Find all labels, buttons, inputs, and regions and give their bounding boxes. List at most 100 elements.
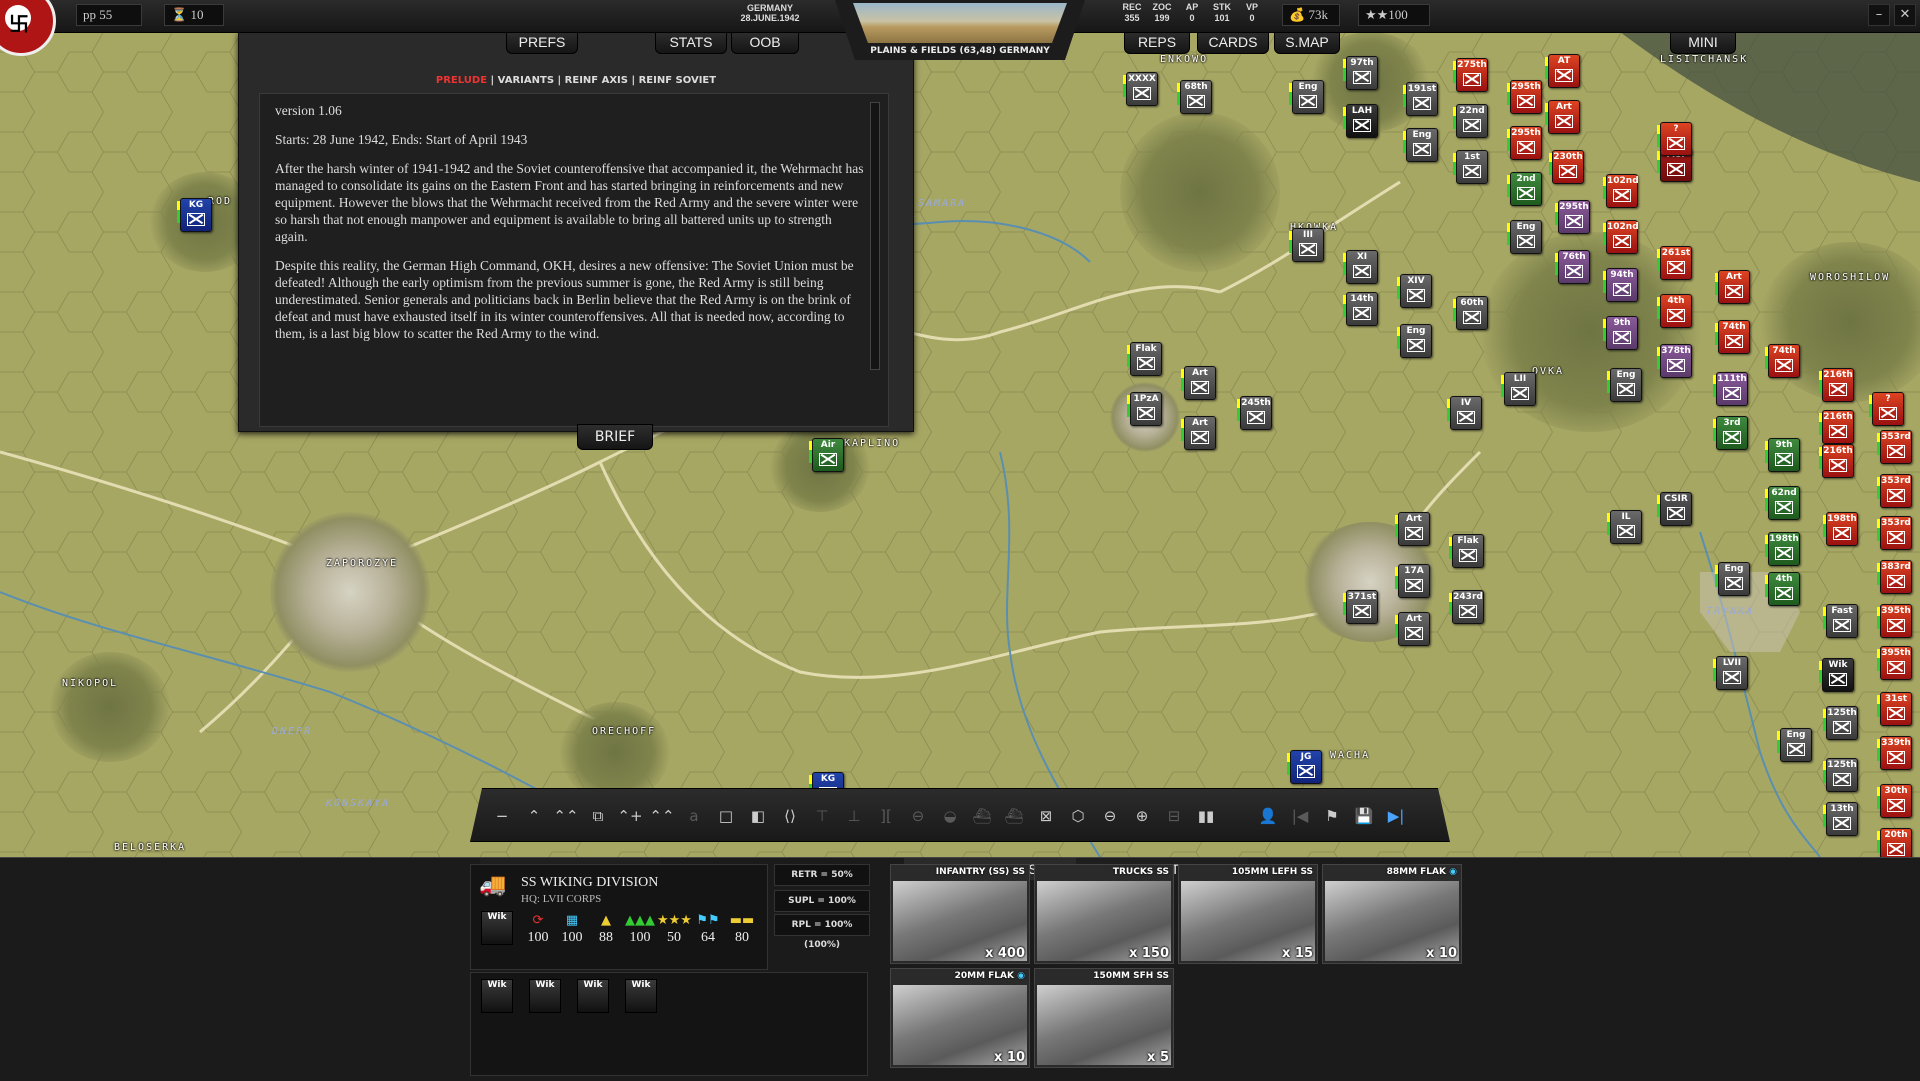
unit-counter[interactable]: 198th [1765, 532, 1800, 566]
unit-counter[interactable]: IV [1447, 396, 1482, 430]
unit-counter[interactable]: 97th [1343, 56, 1378, 90]
unit-counter[interactable]: 245th [1237, 396, 1272, 430]
toolbar-icon[interactable]: ⊠ [1033, 803, 1059, 829]
subunit-counter[interactable]: Wik [577, 979, 609, 1013]
unit-counter[interactable]: 94th [1603, 268, 1638, 302]
unit-counter[interactable]: ? [1869, 392, 1904, 426]
unit-counter[interactable]: 353rd [1877, 474, 1912, 508]
unit-counter[interactable]: Eng [1607, 368, 1642, 402]
unit-counter[interactable]: 2nd [1507, 172, 1542, 206]
toolbar-icon[interactable]: ◒ [937, 803, 963, 829]
unit-counter[interactable]: Eng [1507, 220, 1542, 254]
tab-mini[interactable]: MINI [1670, 30, 1736, 54]
toolbar-icon[interactable]: ▮▮ [1193, 803, 1219, 829]
unit-counter[interactable]: 62nd [1765, 486, 1800, 520]
unit-counter[interactable]: LVII [1713, 656, 1748, 690]
toolbar-icon[interactable]: ][ [873, 803, 899, 829]
unit-counter[interactable]: Eng [1715, 562, 1750, 596]
briefing-text-area[interactable]: version 1.06 Starts: 28 June 1942, Ends:… [259, 93, 889, 427]
troop-card[interactable]: INFANTRY (SS) SS x 400 [890, 864, 1030, 964]
unit-counter[interactable]: Art [1395, 612, 1430, 646]
unit-counter[interactable]: 395th [1877, 604, 1912, 638]
unit-counter[interactable]: Flak [1127, 342, 1162, 376]
unit-counter[interactable]: JG [1287, 750, 1322, 784]
unit-counter[interactable]: Wik [1819, 658, 1854, 692]
unit-counter[interactable]: 125th [1823, 706, 1858, 740]
unit-counter[interactable]: Art [1181, 416, 1216, 450]
unit-counter[interactable]: Eng [1403, 128, 1438, 162]
unit-counter[interactable]: 30th [1877, 784, 1912, 818]
toolbar-icon[interactable]: ⌃+ [617, 803, 643, 829]
toolbar-icon[interactable]: ▶| [1383, 803, 1409, 829]
unit-counter[interactable]: XXXX [1123, 72, 1158, 106]
unit-counter[interactable]: 3rd [1713, 416, 1748, 450]
unit-counter[interactable]: CSIR [1657, 492, 1692, 526]
unit-counter[interactable]: 295th [1507, 80, 1542, 114]
unit-counter[interactable]: 111th [1713, 372, 1748, 406]
tab-smap[interactable]: S.MAP [1274, 30, 1340, 54]
unit-counter[interactable]: XI [1343, 250, 1378, 284]
troop-card[interactable]: 20MM FLAK ◉ x 10 [890, 968, 1030, 1068]
unit-counter[interactable]: 74th [1715, 320, 1750, 354]
unit-counter[interactable]: 74th [1765, 344, 1800, 378]
unit-counter[interactable]: IL [1607, 510, 1642, 544]
tab-oob[interactable]: OOB [731, 30, 799, 54]
toolbar-icon[interactable]: □ [713, 803, 739, 829]
unit-counter[interactable]: 353rd [1877, 430, 1912, 464]
link-prelude[interactable]: PRELUDE [436, 75, 487, 86]
toolbar-icon[interactable]: ⚑ [1319, 803, 1345, 829]
unit-counter[interactable]: LII [1501, 372, 1536, 406]
unit-counter[interactable]: 125th [1823, 758, 1858, 792]
toolbar-icon[interactable]: 👤 [1255, 803, 1281, 829]
unit-counter[interactable]: 395th [1877, 646, 1912, 680]
unit-counter[interactable]: 243rd [1449, 590, 1484, 624]
toolbar-icon[interactable]: ⌃⌃ [553, 803, 579, 829]
toolbar-icon[interactable]: ◧ [745, 803, 771, 829]
unit-counter[interactable]: 9th [1765, 438, 1800, 472]
toolbar-icon[interactable]: ⊟ [1161, 803, 1187, 829]
minimize-button[interactable]: – [1868, 4, 1890, 26]
tab-cards[interactable]: CARDS [1197, 30, 1269, 54]
link-reinf-soviet[interactable]: REINF SOVIET [639, 75, 716, 86]
unit-counter[interactable]: 9th [1603, 316, 1638, 350]
unit-counter[interactable]: 13th [1823, 802, 1858, 836]
unit-counter[interactable]: ? [1657, 122, 1692, 156]
tab-stats[interactable]: STATS [655, 30, 727, 54]
close-button[interactable]: ✕ [1894, 4, 1916, 26]
unit-counter[interactable]: 1st [1453, 150, 1488, 184]
unit-counter[interactable]: 295th [1507, 126, 1542, 160]
brief-button[interactable]: BRIEF [577, 424, 653, 450]
troop-card[interactable]: 150MM SFH SS x 5 [1034, 968, 1174, 1068]
toolbar-icon[interactable]: − [489, 803, 515, 829]
link-reinf-axis[interactable]: REINF AXIS [565, 75, 628, 86]
unit-counter[interactable]: 275th [1453, 58, 1488, 92]
unit-counter[interactable]: 216th [1819, 444, 1854, 478]
subunit-counter[interactable]: Wik [481, 979, 513, 1013]
unit-counter[interactable]: XIV [1397, 274, 1432, 308]
unit-counter[interactable]: 261st [1657, 246, 1692, 280]
tab-reps[interactable]: REPS [1124, 30, 1190, 54]
unit-counter[interactable]: Eng [1289, 80, 1324, 114]
unit-counter[interactable]: Wik [481, 911, 513, 945]
unit-counter[interactable]: 230th [1549, 150, 1584, 184]
unit-counter[interactable]: 76th [1555, 250, 1590, 284]
unit-counter[interactable]: 216th [1819, 410, 1854, 444]
unit-counter[interactable]: 353rd [1877, 516, 1912, 550]
unit-counter[interactable]: Art [1181, 366, 1216, 400]
troop-card[interactable]: TRUCKS SS x 150 [1034, 864, 1174, 964]
unit-counter[interactable]: 371st [1343, 590, 1378, 624]
unit-counter[interactable]: 295th [1555, 200, 1590, 234]
unit-counter[interactable]: 102nd [1603, 220, 1639, 254]
unit-counter[interactable]: Eng [1777, 728, 1812, 762]
unit-counter[interactable]: LAH [1343, 104, 1378, 138]
unit-counter[interactable]: Art [1395, 512, 1430, 546]
unit-counter[interactable]: III [1289, 228, 1324, 262]
unit-counter[interactable]: Air [809, 438, 844, 472]
troop-card[interactable]: 88MM FLAK ◉ x 10 [1322, 864, 1462, 964]
toolbar-icon[interactable]: ⊤ [809, 803, 835, 829]
unit-counter[interactable]: Fast [1823, 604, 1858, 638]
unit-counter[interactable]: 17A [1395, 564, 1430, 598]
toolbar-icon[interactable]: ⟨⟩ [777, 803, 803, 829]
unit-counter[interactable]: 22nd [1453, 104, 1488, 138]
unit-counter[interactable]: Flak [1449, 534, 1484, 568]
